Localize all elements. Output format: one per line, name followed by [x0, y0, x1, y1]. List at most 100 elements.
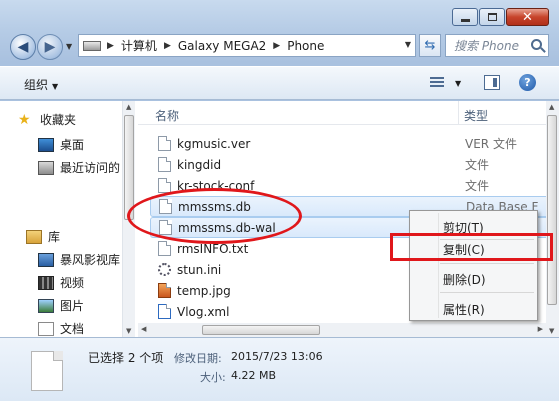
desktop-icon: [38, 137, 54, 152]
search-input[interactable]: 搜索 Phone: [445, 34, 549, 57]
context-menu: 剪切(T) 复制(C) 删除(D) 属性(R): [409, 210, 538, 321]
organize-label: 组织: [24, 78, 49, 92]
breadcrumb-phone[interactable]: Phone: [287, 39, 324, 53]
caption-buttons: ✕: [451, 8, 549, 26]
nav-pictures-label: 图片: [60, 299, 85, 313]
search-icon[interactable]: [531, 39, 542, 50]
menu-item-delete[interactable]: 删除(D): [443, 271, 486, 288]
address-bar[interactable]: ▶ 计算机 ▶ Galaxy MEGA2 ▶ Phone ▼: [78, 34, 416, 57]
address-history-dropdown[interactable]: ▼: [405, 40, 411, 49]
nav-libraries[interactable]: 库: [26, 228, 60, 245]
nav-desktop[interactable]: 桌面: [38, 136, 84, 153]
navigation-scrollbar[interactable]: ▲ ▼: [122, 101, 135, 337]
scroll-up-icon[interactable]: ▲: [126, 103, 131, 111]
file-icon: [158, 178, 171, 193]
refresh-icon: ⇆: [424, 38, 436, 53]
scroll-down-icon[interactable]: ▼: [126, 327, 131, 335]
chevron-right-icon[interactable]: ▶: [164, 41, 171, 51]
file-icon: [158, 157, 171, 172]
modified-label: 修改日期:: [174, 352, 222, 365]
nav-favorites[interactable]: ★ 收藏夹: [18, 111, 76, 128]
nav-favorites-label: 收藏夹: [40, 113, 77, 127]
chevron-right-icon[interactable]: ▶: [107, 41, 114, 51]
file-type: VER 文件: [465, 137, 517, 151]
help-button[interactable]: ?: [519, 74, 536, 91]
maximize-icon: [487, 13, 497, 21]
size-label: 大小:: [200, 371, 226, 384]
refresh-button[interactable]: ⇆: [419, 34, 441, 57]
document-icon: [38, 321, 54, 336]
database-file-icon: [159, 199, 172, 214]
modified-value: 2015/7/23 13:06: [231, 350, 323, 363]
recent-pages-dropdown[interactable]: ▼: [66, 42, 72, 51]
recent-places-icon: [38, 160, 54, 175]
close-button[interactable]: ✕: [506, 8, 549, 26]
minimize-icon: [460, 18, 470, 22]
preview-pane-button[interactable]: [484, 75, 500, 90]
selection-count: 已选择 2 个项: [88, 351, 164, 365]
file-name: kgmusic.ver: [177, 136, 251, 151]
chevron-down-icon: ▼: [52, 82, 59, 91]
file-icon: [159, 220, 172, 235]
multiple-files-icon: [31, 351, 63, 391]
close-icon: ✕: [522, 9, 533, 25]
star-icon: ★: [18, 111, 31, 128]
menu-item-cut[interactable]: 剪切(T): [443, 219, 484, 236]
back-button[interactable]: ◀: [10, 34, 36, 60]
file-row[interactable]: kingdid 文件: [150, 154, 546, 175]
menu-gutter: [438, 213, 439, 318]
nav-libraries-label: 库: [48, 230, 61, 244]
scroll-up-icon[interactable]: ▲: [549, 103, 554, 111]
navigation-pane: ★ 收藏夹 桌面 最近访问的 库 暴风影视库 视频 图片 文档: [0, 101, 122, 337]
image-file-icon: [158, 283, 171, 298]
nav-videos[interactable]: 视频: [38, 274, 84, 291]
nav-recent-label: 最近访问的: [60, 161, 121, 175]
file-type: 文件: [465, 179, 490, 193]
organize-button[interactable]: 组织 ▼: [24, 76, 58, 93]
file-row[interactable]: kgmusic.ver VER 文件: [150, 133, 546, 154]
column-divider[interactable]: [458, 101, 459, 125]
menu-item-properties[interactable]: 属性(R): [443, 301, 485, 318]
file-icon: [158, 136, 171, 151]
horizontal-scrollbar[interactable]: ◀ ▶: [138, 323, 546, 337]
text-file-icon: [158, 241, 171, 256]
menu-separator: [440, 292, 534, 293]
scrollbar-thumb[interactable]: [202, 325, 320, 335]
nav-pictures[interactable]: 图片: [38, 297, 84, 314]
file-name: kr-stock-conf: [177, 178, 255, 193]
search-placeholder: 搜索 Phone: [454, 39, 519, 53]
explorer-window: ✕ ◀ ▶ ▼ ▶ 计算机 ▶ Galaxy MEGA2 ▶ Phone ▼ ⇆…: [0, 0, 559, 401]
column-name[interactable]: 名称: [155, 107, 179, 124]
forward-button[interactable]: ▶: [37, 34, 63, 60]
arrow-left-icon: ◀: [17, 39, 29, 55]
file-row[interactable]: kr-stock-conf 文件: [150, 175, 546, 196]
scrollbar-thumb[interactable]: [124, 115, 134, 220]
minimize-button[interactable]: [452, 8, 478, 26]
nav-storm-video[interactable]: 暴风影视库: [38, 251, 120, 268]
menu-item-copy[interactable]: 复制(C): [443, 241, 485, 258]
nav-recent[interactable]: 最近访问的: [38, 159, 120, 176]
vertical-scrollbar[interactable]: ▲ ▼: [546, 101, 559, 337]
scroll-left-icon[interactable]: ◀: [141, 325, 146, 333]
chevron-right-icon[interactable]: ▶: [273, 41, 280, 51]
breadcrumb-computer[interactable]: 计算机: [121, 37, 157, 54]
nav-documents[interactable]: 文档: [38, 320, 84, 337]
file-type: 文件: [465, 158, 490, 172]
chevron-down-icon[interactable]: ▼: [455, 79, 461, 88]
breadcrumb-device[interactable]: Galaxy MEGA2: [178, 39, 266, 53]
view-options-button[interactable]: [430, 75, 446, 89]
maximize-button[interactable]: [479, 8, 505, 26]
details-pane: 已选择 2 个项 修改日期: 2015/7/23 13:06 大小: 4.22 …: [0, 337, 559, 401]
scroll-right-icon[interactable]: ▶: [538, 325, 543, 333]
menu-separator: [440, 263, 534, 264]
arrow-right-icon: ▶: [44, 39, 56, 55]
scroll-down-icon[interactable]: ▼: [549, 327, 554, 335]
file-name: kingdid: [177, 157, 222, 172]
nav-videos-label: 视频: [60, 276, 85, 290]
column-type[interactable]: 类型: [464, 107, 488, 124]
scrollbar-thumb[interactable]: [547, 115, 557, 305]
help-icon: ?: [524, 76, 531, 89]
library-icon: [26, 229, 42, 244]
video-library-icon: [38, 252, 54, 267]
device-icon: [83, 40, 101, 51]
